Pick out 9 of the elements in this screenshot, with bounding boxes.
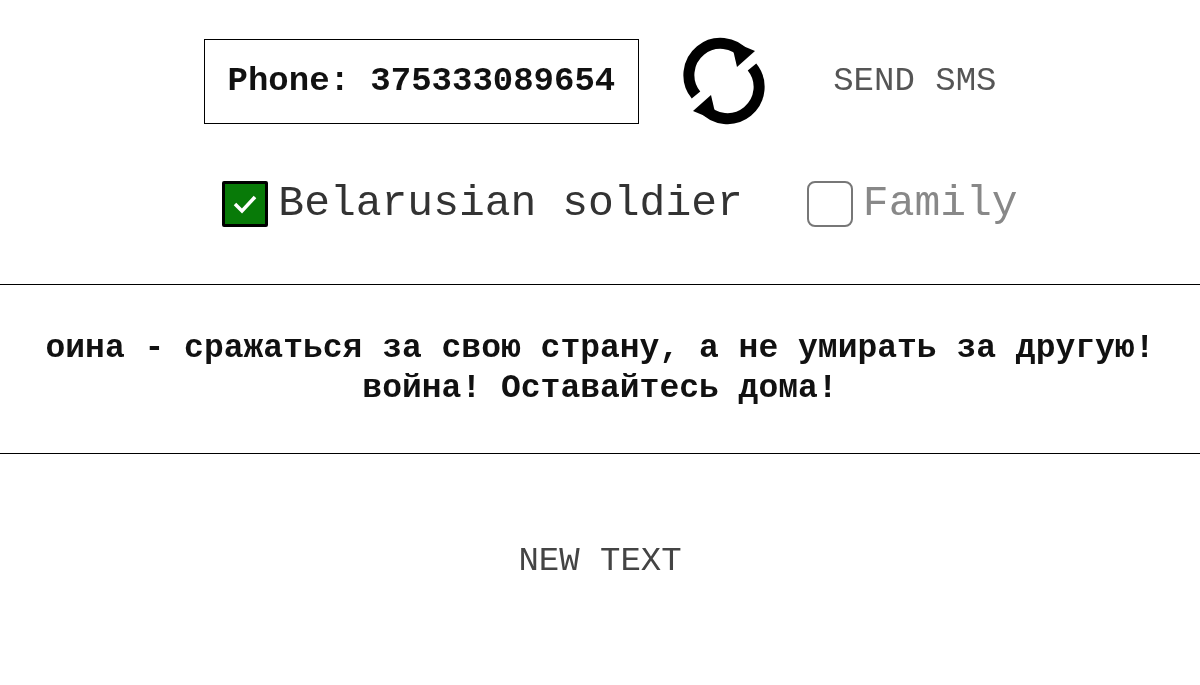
phone-field[interactable]: Phone: 375333089654 — [203, 38, 640, 124]
checkbox-label: Belarusian soldier — [278, 179, 743, 228]
send-sms-button[interactable]: SEND SMS — [833, 62, 997, 100]
checkbox-label: Family — [862, 179, 1018, 228]
checkbox[interactable] — [806, 180, 853, 227]
message-text: война! Оставайтесь дома! — [362, 369, 838, 409]
message-text: оина - сражаться за свою страну, а не умирать за другую! — [45, 329, 1155, 369]
checkbox[interactable] — [222, 180, 269, 227]
new-text-button[interactable]: NEW TEXT — [518, 542, 682, 580]
